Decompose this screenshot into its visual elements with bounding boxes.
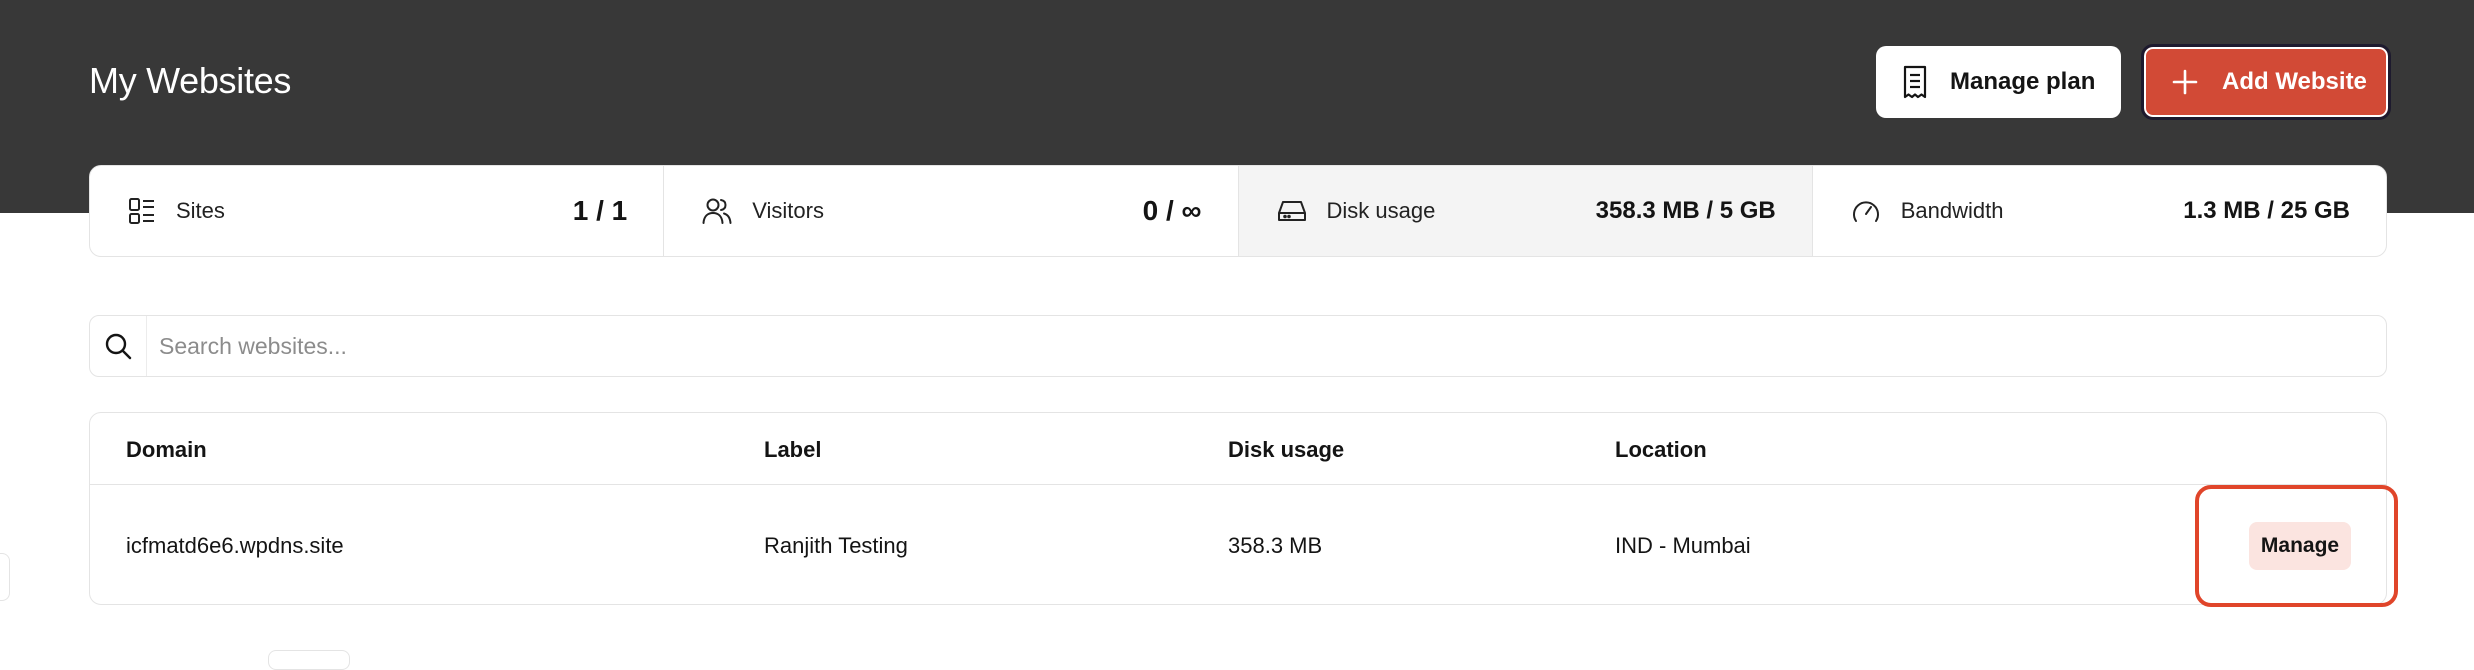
table-header: Domain Label Disk usage Location [90, 413, 2386, 485]
side-panel-toggle[interactable] [0, 553, 10, 601]
add-website-label: Add Website [2222, 68, 2367, 95]
stat-label: Bandwidth [1900, 198, 2004, 223]
page-title: My Websites [89, 60, 292, 101]
column-header-disk-usage[interactable]: Disk usage [1228, 437, 1344, 463]
receipt-icon [1902, 65, 1928, 99]
manage-plan-label: Manage plan [1950, 68, 2096, 95]
search-input[interactable] [146, 316, 2386, 376]
cell-domain[interactable]: icfmatd6e6.wpdns.site [126, 533, 344, 559]
stat-label: Visitors [752, 198, 824, 223]
manage-website-button[interactable]: Manage [2249, 522, 2351, 570]
manage-plan-button[interactable]: Manage plan [1876, 46, 2121, 118]
stat-sites[interactable]: Sites 1 / 1 [90, 166, 665, 256]
users-icon [702, 197, 732, 225]
search-icon [90, 332, 146, 360]
websites-table: Domain Label Disk usage Location icfmatd… [89, 412, 2387, 605]
stat-label: Disk usage [1326, 198, 1436, 223]
column-header-label[interactable]: Label [764, 437, 821, 463]
cell-location: IND - Mumbai [1615, 533, 1751, 558]
stat-visitors[interactable]: Visitors 0 / ∞ [664, 166, 1239, 256]
usage-stats-bar: Sites 1 / 1 Visitors 0 / ∞ Disk usage 35… [89, 165, 2387, 257]
cell-label: Ranjith Testing [764, 533, 908, 558]
pagination-control[interactable] [268, 650, 350, 670]
column-header-location[interactable]: Location [1615, 437, 1707, 463]
stat-bandwidth[interactable]: Bandwidth 1.3 MB / 25 GB [1813, 166, 2386, 256]
stat-disk-usage[interactable]: Disk usage 358.3 MB / 5 GB [1238, 166, 1813, 256]
column-header-domain[interactable]: Domain [126, 437, 207, 463]
search-bar [89, 315, 2387, 377]
speedometer-icon [1851, 197, 1881, 225]
stat-value: 1.3 MB / 25 GB [2183, 197, 2350, 224]
stat-value: 1 / 1 [572, 195, 628, 226]
stat-value: 358.3 MB / 5 GB [1595, 197, 1776, 224]
plus-icon [2172, 69, 2198, 95]
stat-label: Sites [176, 198, 225, 223]
add-website-button[interactable]: Add Website [2141, 44, 2391, 120]
hard-drive-icon [1277, 198, 1307, 224]
cell-disk-usage: 358.3 MB [1228, 533, 1323, 558]
sites-grid-icon [128, 197, 156, 225]
stat-value: 0 / ∞ [1142, 195, 1202, 226]
